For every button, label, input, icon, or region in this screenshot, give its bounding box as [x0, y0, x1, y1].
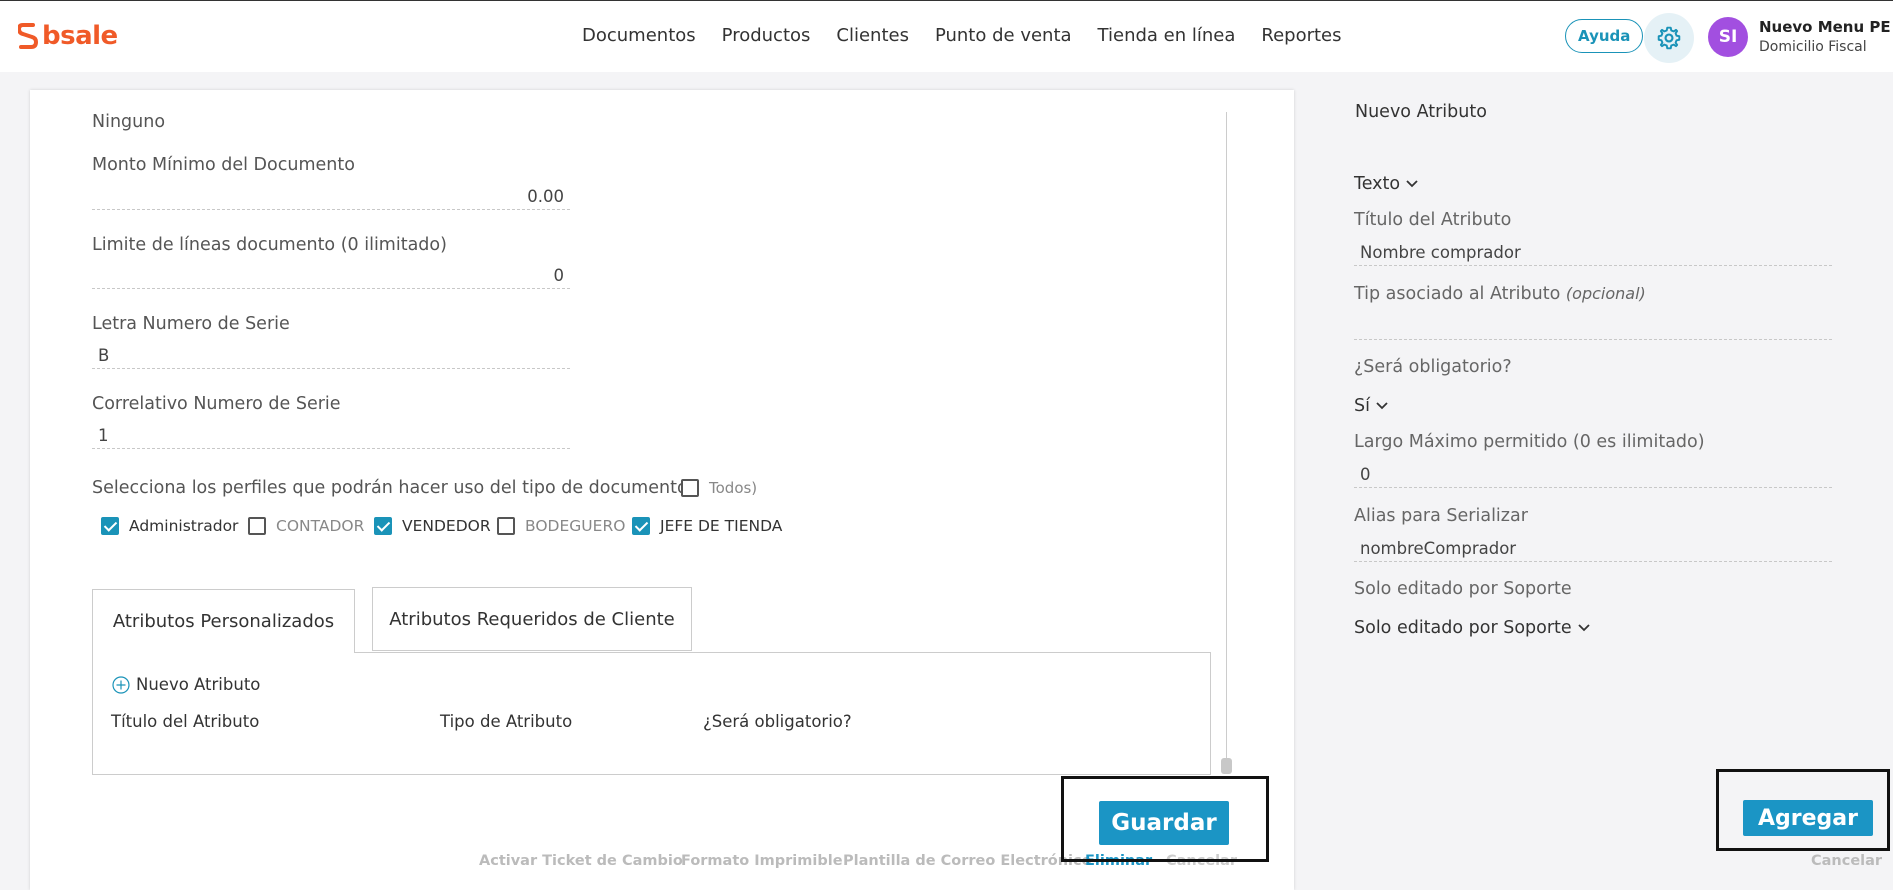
- profiles-label: Selecciona los perfiles que podrán hacer…: [92, 478, 701, 498]
- tab-atributos-personalizados[interactable]: Atributos Personalizados: [92, 589, 355, 653]
- support-only-label: Solo editado por Soporte: [1354, 579, 1572, 599]
- plus-circle-icon: [112, 675, 130, 694]
- alias-label: Alias para Serializar: [1354, 506, 1528, 526]
- line-limit-label: Limite de líneas documento (0 ilimitado): [92, 235, 447, 255]
- email-template-link[interactable]: Plantilla de Correo Electrónico: [843, 853, 1092, 869]
- series-correlative-label: Correlativo Numero de Serie: [92, 394, 341, 414]
- settings-button[interactable]: [1644, 13, 1694, 63]
- scrollbar-track[interactable]: [1226, 112, 1227, 762]
- min-amount-label: Monto Mínimo del Documento: [92, 155, 355, 175]
- support-only-value: Solo editado por Soporte: [1354, 618, 1572, 638]
- profile-contador-checkbox[interactable]: [248, 517, 266, 535]
- attribute-title-input[interactable]: Nombre comprador: [1354, 242, 1832, 266]
- profile-bodeguero-checkbox[interactable]: [497, 517, 515, 535]
- add-button-highlight: [1716, 769, 1890, 851]
- user-location: Domicilio Fiscal: [1759, 39, 1867, 55]
- attribute-title-label: Título del Atributo: [1354, 210, 1512, 230]
- chevron-down-icon: [1578, 624, 1590, 632]
- right-cancel-link[interactable]: Cancelar: [1811, 853, 1882, 869]
- profile-bodeguero-label: BODEGUERO: [525, 517, 626, 535]
- main-nav: Documentos Productos Clientes Punto de v…: [582, 25, 1368, 46]
- tip-label-text: Tip asociado al Atributo: [1354, 284, 1561, 304]
- nav-clientes[interactable]: Clientes: [836, 25, 909, 46]
- tip-input[interactable]: [1354, 316, 1832, 340]
- top-bar: bsale Documentos Productos Clientes Punt…: [0, 0, 1893, 72]
- series-correlative-field[interactable]: 1: [92, 425, 570, 449]
- nav-reportes[interactable]: Reportes: [1261, 25, 1341, 46]
- alias-input[interactable]: nombreComprador: [1354, 538, 1832, 562]
- activate-exchange-ticket-link[interactable]: Activar Ticket de Cambio: [479, 853, 683, 869]
- new-attribute-title: Nuevo Atributo: [1355, 102, 1487, 122]
- bsale-logo-icon: [18, 23, 38, 49]
- printable-format-link[interactable]: Formato Imprimible: [681, 853, 843, 869]
- chevron-down-icon: [1406, 180, 1418, 188]
- profile-contador-label: CONTADOR: [276, 517, 365, 535]
- profile-jefe-de-tienda-label: JEFE DE TIENDA: [660, 517, 783, 535]
- profile-administrador-checkbox[interactable]: [101, 517, 119, 535]
- all-profiles-label: Todos): [709, 479, 758, 497]
- attribute-type-select[interactable]: Texto: [1354, 174, 1418, 194]
- new-attribute-link[interactable]: Nuevo Atributo: [112, 675, 260, 694]
- line-limit-field[interactable]: 0: [92, 265, 570, 289]
- new-attribute-label: Nuevo Atributo: [136, 675, 261, 694]
- logo-text: bsale: [42, 21, 118, 51]
- profile-vendedor-checkbox[interactable]: [374, 517, 392, 535]
- required-value: Sí: [1354, 396, 1370, 416]
- user-name[interactable]: Nuevo Menu PE: [1759, 18, 1891, 36]
- all-profiles-checkbox[interactable]: [681, 479, 699, 497]
- profile-vendedor-label: VENDEDOR: [402, 517, 491, 535]
- save-button-highlight: [1061, 776, 1269, 862]
- required-select[interactable]: Sí: [1354, 396, 1388, 416]
- chevron-down-icon: [1376, 402, 1388, 410]
- none-text: Ninguno: [92, 112, 166, 132]
- tip-label: Tip asociado al Atributo (opcional): [1354, 284, 1646, 304]
- help-button[interactable]: Ayuda: [1565, 19, 1644, 53]
- attributes-tab-panel: [92, 652, 1211, 775]
- support-only-select[interactable]: Solo editado por Soporte: [1354, 618, 1590, 638]
- series-letter-label: Letra Numero de Serie: [92, 314, 290, 334]
- bsale-logo[interactable]: bsale: [18, 21, 118, 51]
- gear-icon: [1657, 26, 1681, 50]
- profile-administrador-label: Administrador: [129, 517, 239, 535]
- tip-optional-text: (opcional): [1565, 284, 1646, 303]
- column-header-required: ¿Será obligatorio?: [703, 712, 852, 731]
- attribute-type-value: Texto: [1354, 174, 1401, 194]
- avatar[interactable]: SI: [1708, 17, 1748, 57]
- min-amount-field[interactable]: 0.00: [92, 186, 570, 210]
- series-letter-field[interactable]: B: [92, 345, 570, 369]
- nav-tienda-en-linea[interactable]: Tienda en línea: [1098, 25, 1236, 46]
- nav-productos[interactable]: Productos: [722, 25, 811, 46]
- scrollbar-thumb[interactable]: [1221, 758, 1232, 774]
- nav-documentos[interactable]: Documentos: [582, 25, 696, 46]
- nav-punto-de-venta[interactable]: Punto de venta: [935, 25, 1072, 46]
- max-length-input[interactable]: 0: [1354, 464, 1832, 488]
- max-length-label: Largo Máximo permitido (0 es ilimitado): [1354, 432, 1705, 452]
- tab-atributos-requeridos-cliente[interactable]: Atributos Requeridos de Cliente: [372, 587, 692, 651]
- profile-jefe-de-tienda-checkbox[interactable]: [632, 517, 650, 535]
- column-header-type: Tipo de Atributo: [440, 712, 573, 731]
- required-label: ¿Será obligatorio?: [1354, 357, 1512, 377]
- column-header-title: Título del Atributo: [111, 712, 260, 731]
